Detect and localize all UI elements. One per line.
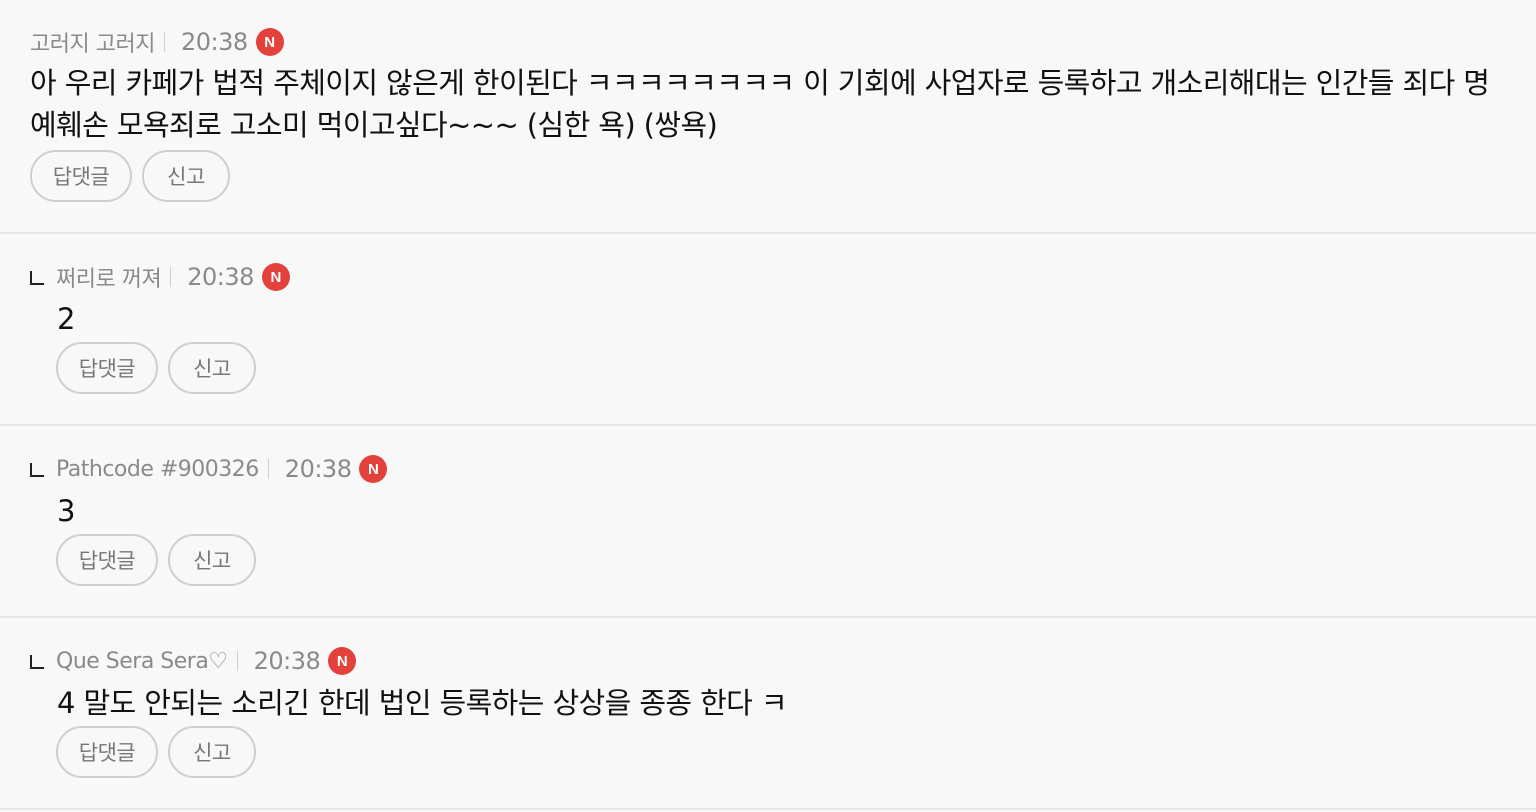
report-button[interactable]: 신고: [142, 150, 230, 202]
comment-meta: 쩌리로 꺼져 20:38 N: [30, 262, 290, 292]
new-badge-icon: N: [359, 455, 388, 483]
comment-author[interactable]: 고러지 고러지: [30, 26, 155, 58]
reply-button[interactable]: 답댓글: [56, 726, 158, 778]
report-button[interactable]: 신고: [168, 726, 256, 778]
comment-author[interactable]: Pathcode #900326: [56, 457, 259, 482]
reply-button[interactable]: 답댓글: [56, 342, 158, 394]
comment-time: 20:38: [284, 455, 352, 483]
comment-meta: Pathcode #900326 20:38 N: [30, 454, 388, 484]
comment-text: 3: [57, 494, 75, 528]
meta-divider: [236, 651, 238, 671]
comment-time: 20:38: [180, 28, 248, 56]
reply-item: 쩌리로 꺼져 20:38 N 2 답댓글 신고: [0, 234, 1536, 426]
new-badge-icon: N: [261, 263, 290, 291]
comment-author[interactable]: Que Sera Sera♡: [56, 649, 228, 674]
comment-item: 고러지 고러지 20:38 N 아 우리 카페가 법적 주체이지 않은게 한이된…: [0, 0, 1536, 234]
comment-actions: 답댓글 신고: [56, 534, 256, 586]
comment-time: 20:38: [187, 263, 254, 291]
meta-divider: [267, 459, 269, 479]
comment-meta: 고러지 고러지 20:38 N: [30, 27, 284, 57]
comment-text: 2: [57, 302, 75, 336]
report-button[interactable]: 신고: [168, 342, 256, 394]
reply-arrow-icon: [30, 271, 44, 285]
comment-text: 4 말도 안되는 소리긴 한데 법인 등록하는 상상을 종종 한다 ㅋ: [57, 686, 788, 720]
comment-actions: 답댓글 신고: [56, 342, 256, 394]
reply-item: Que Sera Sera♡ 20:38 N 4 말도 안되는 소리긴 한데 법…: [0, 618, 1536, 810]
reply-arrow-icon: [30, 655, 44, 669]
meta-divider: [163, 32, 165, 52]
reply-arrow-icon: [30, 463, 44, 477]
comment-meta: Que Sera Sera♡ 20:38 N: [30, 646, 357, 676]
reply-button[interactable]: 답댓글: [30, 150, 132, 202]
meta-divider: [170, 267, 172, 287]
comment-list: 고러지 고러지 20:38 N 아 우리 카페가 법적 주체이지 않은게 한이된…: [0, 0, 1536, 810]
report-button[interactable]: 신고: [168, 534, 256, 586]
comment-text: 아 우리 카페가 법적 주체이지 않은게 한이된다 ㅋㅋㅋㅋㅋㅋㅋㅋ 이 기회에…: [30, 66, 1490, 142]
new-badge-icon: N: [255, 28, 284, 56]
comment-author[interactable]: 쩌리로 꺼져: [56, 261, 162, 293]
new-badge-icon: N: [328, 647, 357, 675]
reply-item: Pathcode #900326 20:38 N 3 답댓글 신고: [0, 426, 1536, 618]
reply-button[interactable]: 답댓글: [56, 534, 158, 586]
comment-actions: 답댓글 신고: [30, 150, 230, 202]
comment-actions: 답댓글 신고: [56, 726, 256, 778]
comment-time: 20:38: [253, 647, 321, 675]
